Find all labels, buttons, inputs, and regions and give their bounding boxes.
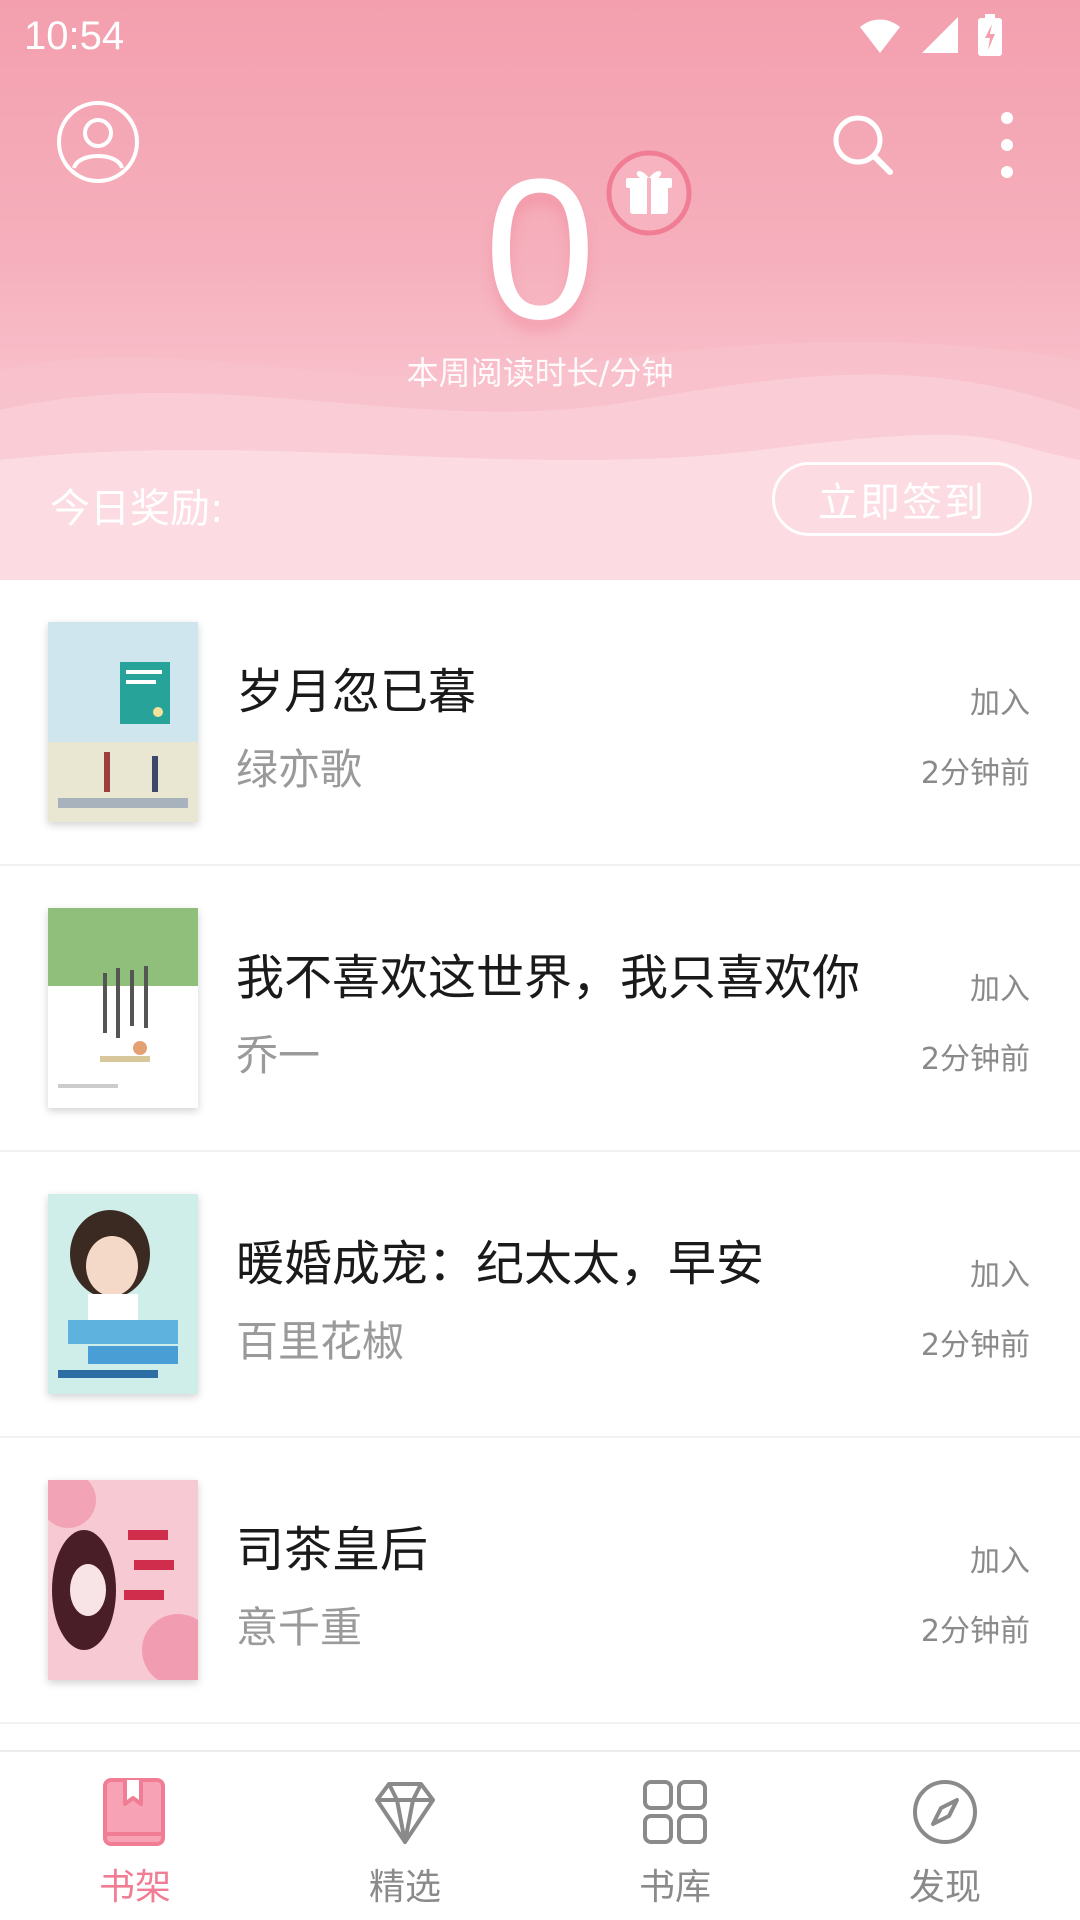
book-cover xyxy=(48,1194,198,1394)
bottom-navigation: 书架 精选 书库 发现 xyxy=(0,1750,1080,1920)
book-cover-art xyxy=(48,622,198,822)
nav-label: 书架 xyxy=(98,1867,171,1908)
bookmark-book-icon xyxy=(103,1778,165,1846)
book-cover xyxy=(48,1480,198,1680)
book-time: 2分钟前 xyxy=(920,1042,1030,1077)
book-cover-art xyxy=(48,1194,198,1394)
book-time: 2分钟前 xyxy=(920,1614,1030,1649)
book-title: 岁月忽已暮 xyxy=(236,664,477,720)
weekly-reading-minutes: 0 xyxy=(484,138,596,361)
nav-featured[interactable]: 精选 xyxy=(270,1752,540,1920)
book-cover xyxy=(48,622,198,822)
book-author: 意千重 xyxy=(236,1603,363,1652)
signal-icon xyxy=(922,17,958,53)
book-cover-art xyxy=(48,908,198,1108)
book-time: 2分钟前 xyxy=(920,756,1030,791)
book-status: 加入 xyxy=(970,1258,1030,1293)
book-cover xyxy=(48,908,198,1108)
nav-label: 发现 xyxy=(908,1867,981,1908)
book-cover-art xyxy=(48,1480,198,1680)
sign-in-button[interactable]: 立即签到 xyxy=(772,462,1032,536)
wifi-icon xyxy=(860,19,900,53)
book-title: 司茶皇后 xyxy=(236,1522,429,1578)
status-time: 10:54 xyxy=(24,14,125,58)
book-list-item[interactable]: 我不喜欢这世界，我只喜欢你 乔一 加入 2分钟前 xyxy=(0,866,1080,1152)
book-list-item[interactable]: 司茶皇后 意千重 加入 2分钟前 xyxy=(0,1438,1080,1724)
book-status: 加入 xyxy=(970,686,1030,721)
book-author: 百里花椒 xyxy=(236,1317,405,1366)
book-list-item[interactable]: 暖婚成宠：纪太太，早安 百里花椒 加入 2分钟前 xyxy=(0,1152,1080,1438)
diamond-icon xyxy=(375,1782,435,1844)
grid-icon xyxy=(643,1780,707,1844)
nav-discover[interactable]: 发现 xyxy=(810,1752,1080,1920)
book-time: 2分钟前 xyxy=(920,1328,1030,1363)
nav-label: 精选 xyxy=(368,1867,441,1908)
book-list-item[interactable]: 岁月忽已暮 绿亦歌 加入 2分钟前 xyxy=(0,580,1080,866)
reading-header: 10:54 0 本周阅读时长/分钟 今日奖励: 立即签到 xyxy=(0,0,1080,580)
book-author: 乔一 xyxy=(236,1031,321,1080)
status-bar: 10:54 xyxy=(0,0,1080,74)
weekly-reading-label: 本周阅读时长/分钟 xyxy=(406,354,674,392)
book-status: 加入 xyxy=(970,972,1030,1007)
bookshelf-list: 岁月忽已暮 绿亦歌 加入 2分钟前 我不喜欢这世界，我只喜欢你 乔一 加入 2分… xyxy=(0,580,1080,1724)
today-reward-label: 今日奖励: xyxy=(50,486,224,532)
nav-bookshelf[interactable]: 书架 xyxy=(0,1752,270,1920)
book-title: 我不喜欢这世界，我只喜欢你 xyxy=(236,950,861,1006)
nav-library[interactable]: 书库 xyxy=(540,1752,810,1920)
book-author: 绿亦歌 xyxy=(236,745,363,794)
compass-icon xyxy=(913,1780,977,1844)
gift-icon[interactable] xyxy=(606,150,692,236)
book-status: 加入 xyxy=(970,1544,1030,1579)
book-title: 暖婚成宠：纪太太，早安 xyxy=(236,1236,765,1292)
nav-label: 书库 xyxy=(638,1867,711,1908)
battery-charging-icon xyxy=(978,14,1002,56)
